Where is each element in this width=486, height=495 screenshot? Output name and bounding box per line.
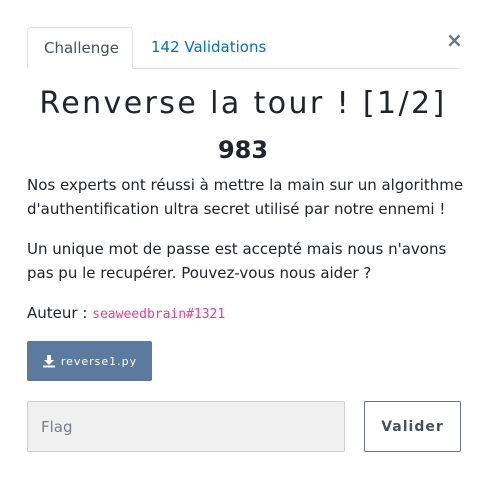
tab-bar: Challenge 142 Validations [27, 27, 459, 69]
challenge-title: Renverse la tour ! [1/2] [39, 86, 447, 121]
challenge-modal: × Challenge 142 Validations Renverse la … [0, 0, 486, 495]
flag-input[interactable] [27, 401, 345, 452]
author-label: Auteur : [27, 304, 93, 322]
challenge-description-paragraph: Nos experts ont réussi à mettre la main … [27, 176, 464, 218]
challenge-description-paragraph: Un unique mot de passe est accepté mais … [27, 240, 447, 282]
tab-validations[interactable]: 142 Validations [135, 27, 282, 68]
tab-challenge[interactable]: Challenge [27, 27, 133, 69]
challenge-points: 983 [217, 136, 269, 164]
download-filename: reverse1.py [60, 354, 138, 368]
author-line: Auteur : seaweedbrain#1321 [27, 301, 225, 327]
download-file-button[interactable]: reverse1.py [27, 341, 152, 381]
validate-button[interactable]: Valider [364, 401, 461, 452]
author-link[interactable]: seaweedbrain#1321 [92, 307, 225, 322]
download-icon [42, 355, 55, 368]
